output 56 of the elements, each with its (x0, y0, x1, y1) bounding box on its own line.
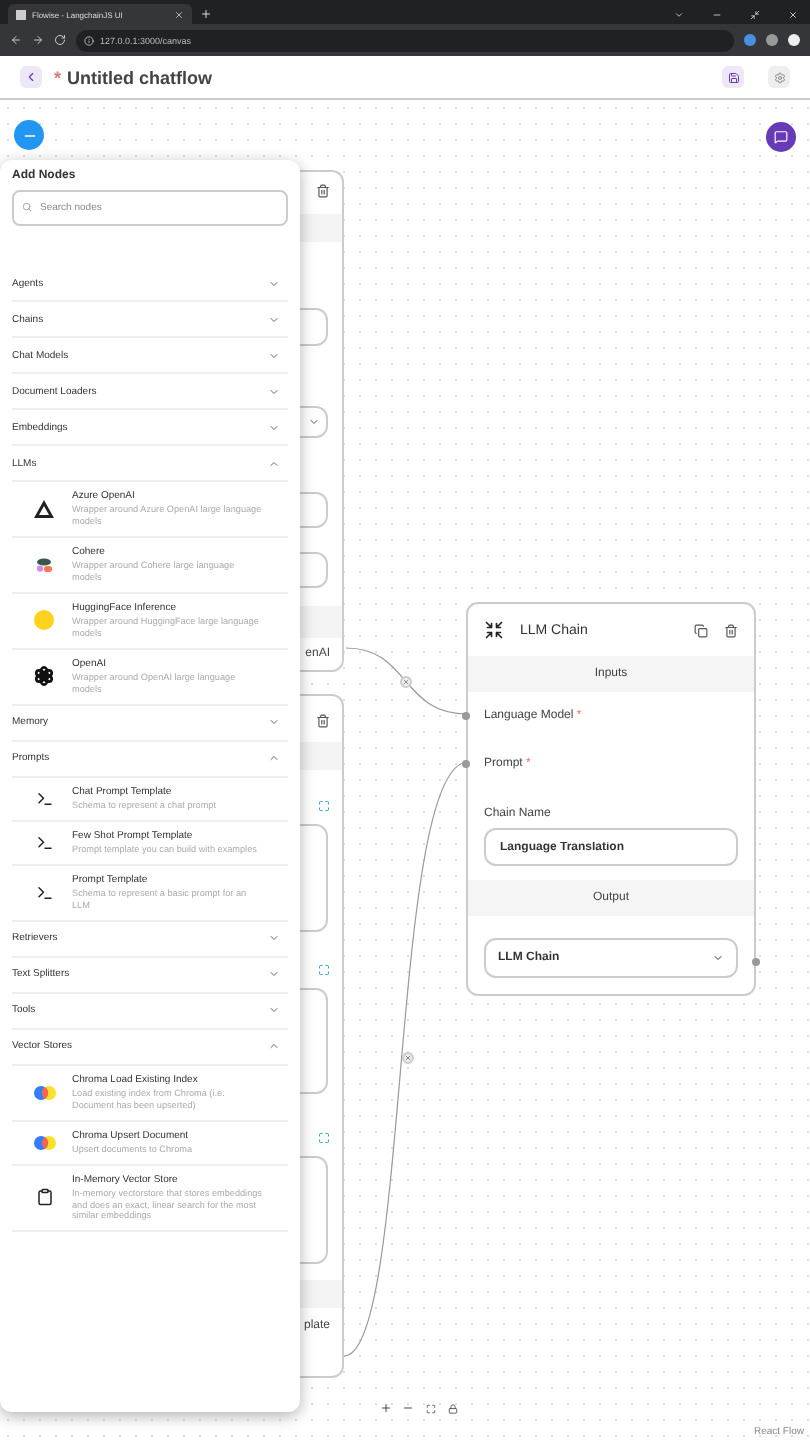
caret-icon (712, 952, 724, 964)
chat-icon (774, 130, 788, 144)
settings-icon (773, 71, 785, 83)
chevron-up-icon (268, 457, 280, 469)
caret-icon (308, 416, 320, 428)
zoom-in-button[interactable] (378, 1400, 394, 1416)
copy-icon[interactable] (694, 623, 708, 637)
minimize-icon[interactable] (712, 10, 722, 20)
save-button[interactable] (722, 66, 744, 88)
chevron-down-icon (268, 277, 280, 289)
lock-button[interactable] (444, 1400, 460, 1416)
chevron-down-icon (268, 421, 280, 433)
overlapping-circles-icon (33, 1135, 55, 1150)
delete-icon[interactable] (316, 714, 330, 728)
save-icon (727, 71, 739, 83)
chat-button[interactable] (766, 122, 796, 152)
round-emblem-icon (34, 610, 54, 631)
settings-button[interactable] (768, 66, 790, 88)
terminal-icon (35, 789, 53, 808)
knot-logo-icon (34, 666, 54, 687)
reload-icon[interactable] (54, 34, 66, 46)
tab-search-icon[interactable] (674, 10, 684, 20)
delete-icon[interactable] (316, 184, 330, 198)
stacked-shapes-icon (36, 557, 52, 572)
lock-icon (447, 1403, 457, 1413)
info-icon (84, 35, 94, 45)
minus-icon (402, 1402, 414, 1414)
profile-icon[interactable] (788, 34, 800, 46)
chevron-down-icon (268, 968, 280, 981)
clipboard-icon (35, 1188, 53, 1207)
overlapping-circles-icon (33, 1085, 55, 1100)
chevron-down-icon (268, 385, 280, 397)
edge-delete-button[interactable] (402, 1052, 414, 1064)
chevron-up-icon (268, 752, 280, 765)
new-tab-icon[interactable] (200, 8, 212, 20)
plus-icon (380, 1402, 392, 1414)
edge-delete-button[interactable] (400, 676, 412, 688)
delete-icon[interactable] (724, 623, 738, 637)
search-icon (22, 202, 32, 212)
terminal-icon (35, 883, 53, 902)
back-icon[interactable] (10, 34, 22, 46)
chevron-down-icon (268, 349, 280, 361)
chevron-down-icon (268, 932, 280, 945)
forward-icon[interactable] (32, 34, 44, 46)
chevron-down-icon (268, 1004, 280, 1017)
collapse-button[interactable] (14, 120, 44, 150)
fit-view-icon (425, 1403, 435, 1413)
chatflow-title: * Untitled chatflow (54, 67, 213, 87)
chevron-down-icon (268, 313, 280, 325)
chevron-up-icon (268, 1040, 280, 1053)
terminal-icon (35, 833, 53, 852)
chevron-left-icon (24, 70, 38, 84)
chevron-down-icon (268, 716, 280, 729)
restore-icon[interactable] (750, 10, 760, 20)
back-button[interactable] (20, 66, 42, 88)
triangle-logo-icon (34, 499, 54, 518)
